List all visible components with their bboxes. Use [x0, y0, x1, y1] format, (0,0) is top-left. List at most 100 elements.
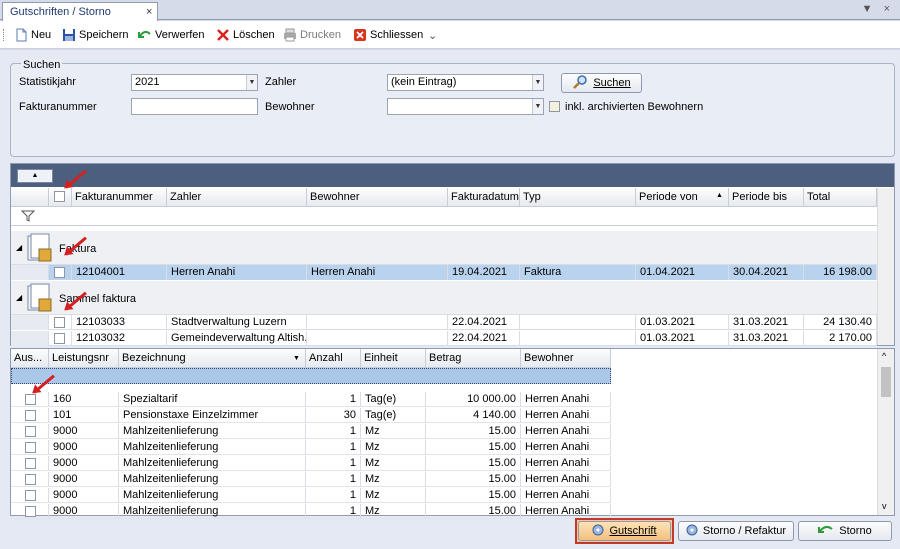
delete-button[interactable]: Löschen	[216, 27, 275, 43]
table-cell: Herren Anahi	[521, 488, 611, 503]
search-button[interactable]: Suchen	[561, 73, 642, 93]
row-checkbox[interactable]	[54, 267, 65, 278]
column-header[interactable]: Bewohner	[521, 349, 611, 368]
row-indicator[interactable]	[11, 265, 49, 280]
scroll-thumb[interactable]	[881, 367, 891, 397]
column-header[interactable]: Fakturanummer	[72, 188, 167, 207]
table-cell: 101	[49, 408, 119, 423]
save-button[interactable]: Speichern	[62, 27, 129, 43]
toolbar-grip[interactable]	[3, 29, 6, 41]
select-all-checkbox[interactable]	[54, 191, 65, 202]
list-item[interactable]: 9000 Mahlzeitenlieferung 1 Mz 15.00 Herren An…	[11, 504, 611, 519]
row-checkbox[interactable]	[25, 506, 36, 517]
scroll-down-icon[interactable]: v	[882, 501, 887, 511]
expand-icon[interactable]: ◢	[16, 243, 22, 252]
table-cell: 9000	[49, 424, 119, 439]
group-row[interactable]: ◢ Sammel faktura	[11, 281, 877, 315]
cancel-reinvoice-label: Storno / Refaktur	[702, 525, 787, 537]
column-header[interactable]: Bewohner	[307, 188, 448, 207]
collapse-groups-button[interactable]: ▲	[17, 169, 53, 183]
row-checkbox[interactable]	[25, 442, 36, 453]
invoice-grid: ▲ Fakturanummer Zahler Bewohner Fakturadatu…	[10, 163, 895, 346]
close-button[interactable]: Schliessen	[353, 27, 423, 43]
column-header[interactable]: Betrag	[426, 349, 521, 368]
table-cell: Herren Anahi	[521, 408, 611, 423]
row-checkbox[interactable]	[25, 426, 36, 437]
archived-checkbox[interactable]	[549, 101, 560, 112]
list-item[interactable]: 9000 Mahlzeitenlieferung 1 Mz 15.00 Herren An…	[11, 472, 611, 487]
chevron-down-icon[interactable]: ▼	[246, 75, 257, 90]
column-header[interactable]: Bezeichnung	[119, 349, 306, 368]
table-cell: 160	[49, 392, 119, 407]
row-indicator[interactable]	[11, 331, 49, 346]
detail-scrollbar[interactable]: ^ v	[877, 349, 894, 515]
column-header[interactable]: Periode bis	[729, 188, 804, 207]
list-item[interactable]: 160 Spezialtarif 1 Tag(e) 10 000.00 Herren An…	[11, 392, 611, 407]
chevron-down-icon[interactable]: ▼	[532, 99, 543, 114]
column-header[interactable]: Aus...	[11, 349, 49, 368]
column-header[interactable]: Fakturadatum	[448, 188, 520, 207]
row-checkbox[interactable]	[54, 317, 65, 328]
list-item[interactable]: 101 Pensionstaxe Einzelzimmer 30 Tag(e) 4 14…	[11, 408, 611, 423]
column-header[interactable]: Typ	[520, 188, 636, 207]
save-button-label: Speichern	[79, 29, 129, 41]
table-cell: Mahlzeitenlieferung	[119, 504, 306, 519]
column-header[interactable]: Total	[804, 188, 877, 207]
table-row[interactable]: 12104001 Herren Anahi Herren Anahi 19.04.20…	[11, 265, 877, 280]
table-row[interactable]: 12103032 Gemeindeverwaltung Altish... 22.0…	[11, 331, 877, 346]
table-cell: 22.04.2021	[448, 331, 520, 346]
tab-gutschriften-storno[interactable]: Gutschriften / Storno ×	[2, 2, 158, 21]
new-button-label: Neu	[31, 29, 52, 41]
list-item[interactable]: 9000 Mahlzeitenlieferung 1 Mz 15.00 Herren An…	[11, 456, 611, 471]
printer-icon	[283, 28, 297, 42]
discard-button[interactable]: Verwerfen	[138, 27, 205, 43]
row-checkbox[interactable]	[25, 490, 36, 501]
invoice-number-input[interactable]	[131, 98, 258, 115]
column-header[interactable]: Zahler	[167, 188, 307, 207]
print-button-label: Drucken	[300, 29, 341, 41]
close-icon[interactable]: ×	[146, 6, 152, 18]
floppy-disk-icon	[62, 28, 76, 42]
row-checkbox[interactable]	[25, 458, 36, 469]
row-checkbox[interactable]	[25, 474, 36, 485]
disc-icon	[686, 524, 698, 539]
column-header[interactable]: Einheit	[361, 349, 426, 368]
filter-row[interactable]	[11, 207, 877, 226]
table-cell: 30.04.2021	[729, 265, 804, 280]
table-cell: Herren Anahi	[521, 440, 611, 455]
column-header[interactable]: Leistungsnr	[49, 349, 119, 368]
tab-menu-icons[interactable]: ▼ ×	[862, 3, 894, 15]
column-header[interactable]: Anzahl	[306, 349, 361, 368]
table-cell: Spezialtarif	[119, 392, 306, 407]
table-row[interactable]: 12103033 Stadtverwaltung Luzern 22.04.2021…	[11, 315, 877, 330]
row-checkbox[interactable]	[25, 410, 36, 421]
table-cell: 9000	[49, 456, 119, 471]
new-button[interactable]: Neu	[14, 27, 51, 43]
resident-select[interactable]: ▼	[387, 98, 544, 115]
scroll-up-icon[interactable]: ^	[882, 351, 886, 361]
payer-select[interactable]: (kein Eintrag) ▼	[387, 74, 544, 91]
detail-filter-row[interactable]	[11, 368, 611, 384]
grid-scrollbar[interactable]	[877, 188, 894, 345]
chevron-down-icon[interactable]: ▼	[293, 355, 300, 362]
row-indicator[interactable]	[11, 315, 49, 330]
year-select[interactable]: 2021 ▼	[131, 74, 258, 91]
table-cell: 22.04.2021	[448, 315, 520, 330]
expand-icon[interactable]: ◢	[16, 293, 22, 302]
row-checkbox[interactable]	[54, 333, 65, 344]
table-cell: Mahlzeitenlieferung	[119, 472, 306, 487]
table-cell	[307, 315, 448, 330]
cancel-button[interactable]: Storno	[798, 521, 892, 541]
credit-button[interactable]: Gutschrift	[578, 521, 671, 541]
print-button[interactable]: Drucken	[283, 27, 341, 43]
group-row[interactable]: ◢ Faktura	[11, 231, 877, 265]
list-item[interactable]: 9000 Mahlzeitenlieferung 1 Mz 15.00 Herren An…	[11, 424, 611, 439]
filter-funnel-icon[interactable]	[20, 210, 36, 225]
table-cell: Herren Anahi	[307, 265, 448, 280]
table-cell: Mz	[361, 424, 426, 439]
toolbar-overflow[interactable]: ⌄	[428, 27, 437, 43]
chevron-down-icon[interactable]: ▼	[532, 75, 543, 90]
list-item[interactable]: 9000 Mahlzeitenlieferung 1 Mz 15.00 Herren An…	[11, 488, 611, 503]
list-item[interactable]: 9000 Mahlzeitenlieferung 1 Mz 15.00 Herren An…	[11, 440, 611, 455]
cancel-reinvoice-button[interactable]: Storno / Refaktur	[678, 521, 794, 541]
